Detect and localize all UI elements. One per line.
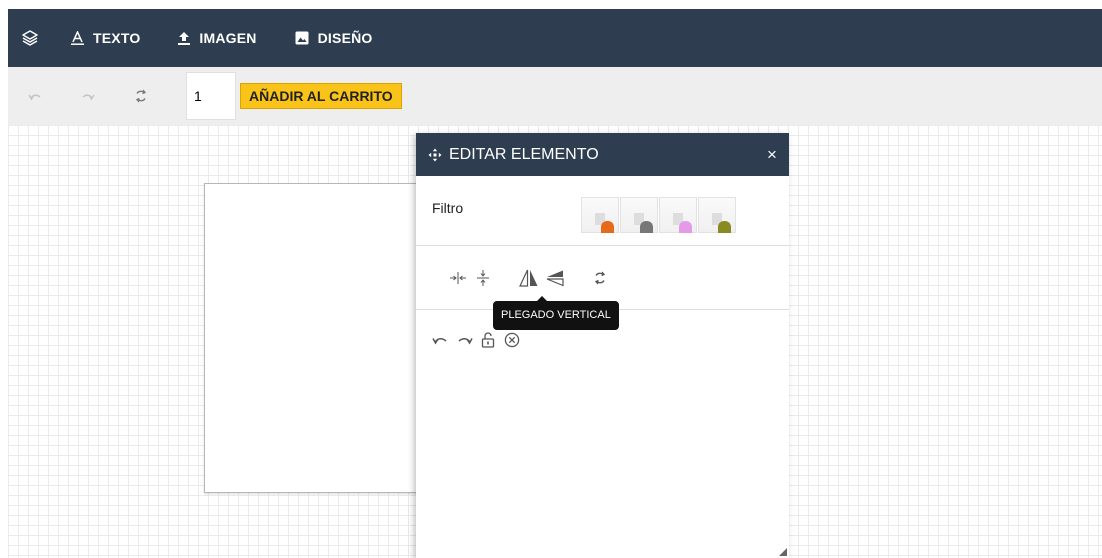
nav-text-button[interactable]: TEXTO [52,9,159,67]
filter-label: Filtro [432,200,464,216]
rotate-icon[interactable] [588,266,612,290]
element-redo-icon[interactable] [457,332,473,348]
tooltip: PLEGADO VERTICAL [493,301,619,330]
element-undo-icon[interactable] [432,332,448,348]
edit-element-panel: EDITAR ELEMENTO × Filtro [416,133,789,558]
layers-icon [22,30,38,46]
design-page[interactable] [204,183,424,493]
nav-image-label: IMAGEN [199,30,257,46]
filter-swatch-gray[interactable] [620,197,658,233]
nav-text-label: TEXTO [93,30,141,46]
add-to-cart-button[interactable]: AÑADIR AL CARRITO [240,83,402,109]
quantity-input[interactable] [186,72,236,120]
nav-design-label: DISEÑO [317,30,373,46]
undo-button[interactable] [8,67,61,125]
image-icon [295,31,309,45]
nav-design-button[interactable]: DISEÑO [276,9,392,67]
layers-button[interactable] [8,9,52,67]
flip-horizontal-icon[interactable] [517,266,541,290]
flip-vertical-icon[interactable] [543,266,567,290]
delete-icon[interactable] [504,332,520,348]
close-icon[interactable]: × [755,133,789,176]
filter-section: Filtro [416,176,789,246]
filter-swatches [581,197,737,233]
center-horizontal-icon[interactable] [446,266,470,290]
filter-swatch-olive[interactable] [698,197,736,233]
center-vertical-icon[interactable] [471,266,495,290]
panel-header[interactable]: EDITAR ELEMENTO × [416,133,789,176]
top-navigation-bar: TEXTO IMAGEN DISEÑO [8,9,1102,67]
lock-icon[interactable] [480,332,496,348]
app-root: TEXTO IMAGEN DISEÑO 1 AÑADIR AL CARRITO … [0,0,1102,558]
move-icon[interactable] [428,148,442,162]
redo-icon [82,94,95,101]
panel-title: EDITAR ELEMENTO [449,145,599,163]
filter-swatch-orange[interactable] [581,197,619,233]
nav-image-button[interactable]: IMAGEN [159,9,275,67]
redo-button[interactable] [61,67,114,125]
text-icon [71,31,84,45]
undo-icon [27,94,40,101]
filter-swatch-pink[interactable] [659,197,697,233]
toolbar: AÑADIR AL CARRITO [8,67,1102,125]
upload-icon [178,31,191,45]
refresh-icon [135,89,146,103]
resize-grip-icon[interactable] [779,548,787,556]
reset-button[interactable] [114,67,167,125]
